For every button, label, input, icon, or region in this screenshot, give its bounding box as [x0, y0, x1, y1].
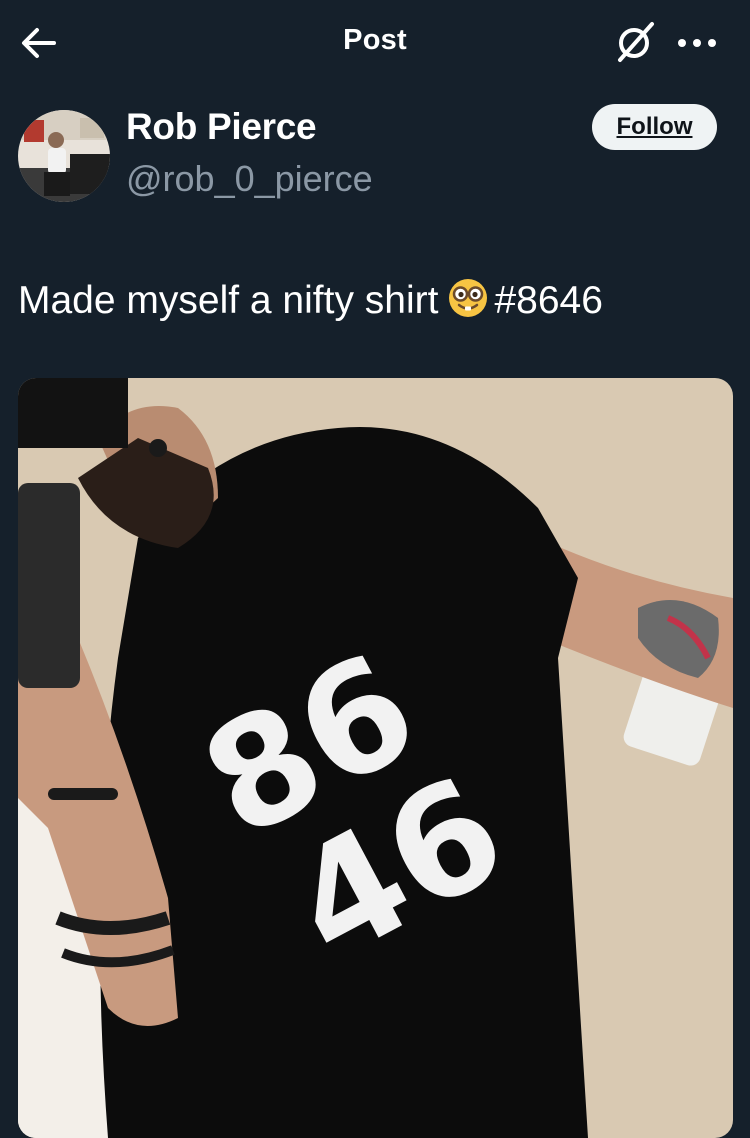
author-handle[interactable]: @rob_0_pierce: [126, 158, 373, 200]
post-text: Made myself a nifty shirt #8646: [18, 276, 738, 326]
arrow-left-icon: [22, 28, 56, 58]
nerd-face-emoji-icon: [449, 279, 488, 317]
top-bar: Post: [0, 0, 750, 84]
photo-content: 86 46: [18, 378, 733, 1138]
author-name[interactable]: Rob Pierce: [126, 106, 317, 148]
post-body-text: Made myself a nifty shirt: [18, 279, 439, 322]
post-image[interactable]: 86 46: [18, 378, 733, 1138]
more-options-button[interactable]: [672, 28, 722, 58]
back-button[interactable]: [18, 22, 60, 64]
grok-button[interactable]: [612, 20, 660, 64]
grok-icon: [618, 22, 654, 62]
avatar[interactable]: [18, 110, 110, 202]
follow-button[interactable]: Follow: [592, 104, 717, 150]
hashtag-link[interactable]: #8646: [494, 279, 602, 322]
author-row: Rob Pierce @rob_0_pierce Follow: [0, 100, 750, 210]
avatar-image: [18, 110, 110, 202]
more-horizontal-icon: [678, 39, 716, 47]
